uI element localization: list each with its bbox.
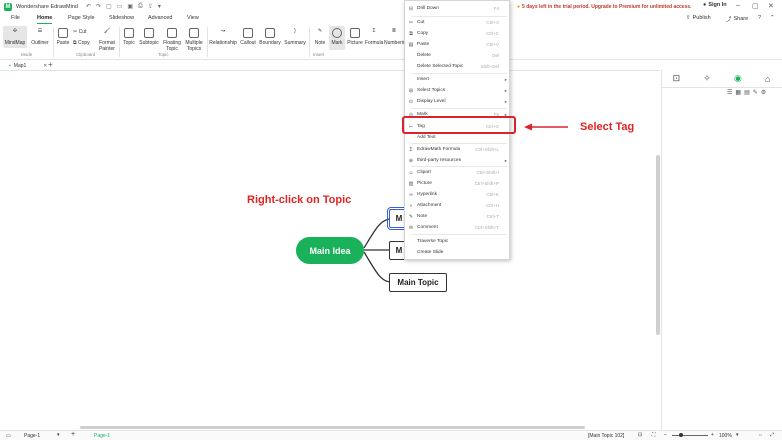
main-topic-3[interactable]: Main Topic (389, 273, 447, 292)
menu-item-shortcut: Ctrl+C (486, 31, 499, 36)
menu-item-shortcut: Ctrl+K (486, 192, 499, 197)
menu-item-edrawmath-formula[interactable]: Σ EdrawMath Formula Ctrl+Shift+L (405, 144, 511, 155)
menu-item-attachment[interactable]: ⌕ Attachment Ctrl+H (405, 200, 511, 211)
menu-item-insert[interactable]: Insert ▸ (405, 74, 511, 85)
selection-info: [Main Topic 102] (588, 433, 625, 439)
status-bar: ▭ Page-1 ▾ + Page-1 [Main Topic 102] ⊡ ⛶… (0, 430, 782, 440)
zoom-slider-thumb[interactable] (679, 433, 683, 437)
select-topics-icon: ⊞ (408, 87, 414, 94)
comment-icon: ✉ (408, 224, 414, 231)
menu-item-label: Hyperlink (417, 192, 437, 197)
page-dropdown-icon[interactable]: ▾ (57, 432, 60, 438)
zoom-out-icon[interactable]: – (664, 432, 667, 438)
paperclip-icon: ⌕ (409, 202, 413, 209)
main-idea-topic[interactable]: Main Idea (296, 237, 364, 264)
submenu-arrow-icon: ▸ (504, 98, 507, 104)
fit-width-icon[interactable]: ⇔ (758, 432, 763, 438)
menu-item-shortcut: Shift+Del (480, 64, 499, 69)
picture-icon: ▨ (408, 180, 414, 187)
menu-item-copy[interactable]: ⧉ Copy Ctrl+C (405, 28, 511, 39)
sigma-icon: Σ (409, 146, 413, 153)
menu-item-label: Select Topics (417, 88, 446, 93)
menu-item-label: Attachment (417, 203, 442, 208)
menu-item-delete-selected-topic[interactable]: Delete Selected Topic Shift+Del (405, 61, 511, 72)
menu-item-select-topics[interactable]: ⊞ Select Topics ▸ (405, 85, 511, 96)
menu-item-label: Copy (417, 31, 429, 36)
menu-item-label: Cut (417, 20, 425, 25)
connector-line (363, 251, 391, 283)
menu-item-label: Delete Selected Topic (417, 64, 464, 69)
menu-item-label: Display Level (417, 99, 446, 104)
submenu-arrow-icon: ▸ (504, 157, 507, 163)
menu-item-label: Create Slide (417, 250, 444, 255)
menu-item-delete[interactable]: Delete Del (405, 50, 511, 61)
drill-down-icon: ⊟ (408, 5, 414, 12)
expand-icon[interactable]: ⤢ (770, 432, 774, 438)
puzzle-icon: ⊕ (408, 157, 414, 164)
menu-item-note[interactable]: ✎ Note Ctrl+T (405, 211, 511, 222)
menu-item-clipart[interactable]: ☺ Clipart Ctrl+Shift+I (405, 167, 511, 178)
page-tab-active[interactable]: Page-1 (94, 433, 110, 439)
menu-item-cut[interactable]: ✂ Cut Ctrl+X (405, 17, 511, 28)
add-page-icon[interactable]: + (71, 431, 75, 438)
menu-item-drill-down[interactable]: ⊟ Drill Down F4 (405, 3, 511, 14)
submenu-arrow-icon: ▸ (504, 87, 507, 93)
connector-line (363, 218, 391, 249)
fullscreen-icon[interactable]: ⛶ (652, 432, 656, 438)
menu-item-shortcut: Ctrl+V (486, 42, 499, 47)
zoom-in-icon[interactable]: + (711, 432, 714, 438)
menu-item-label: Picture (417, 181, 432, 186)
zoom-level[interactable]: 100% (719, 433, 732, 439)
menu-item-shortcut: Ctrl+X (486, 20, 499, 25)
menu-item-traverse-topic[interactable]: Traverse Topic (405, 236, 511, 247)
page-list-icon[interactable]: ▭ (6, 433, 11, 439)
menu-item-shortcut: Ctrl+Shift+T (474, 225, 499, 230)
tag-highlight-box (402, 116, 516, 134)
pencil-icon: ✎ (408, 213, 414, 220)
copy-icon: ⧉ (409, 30, 413, 37)
menu-item-label: Paste (417, 42, 430, 47)
link-icon: ∞ (409, 191, 413, 198)
menu-item-label: Clipart (417, 170, 431, 175)
page-selector[interactable]: Page-1 (24, 433, 40, 439)
menu-item-label: third-party resources (417, 158, 461, 163)
display-level-icon: ⊙ (408, 98, 414, 105)
menu-item-label: EdrawMath Formula (417, 147, 461, 152)
menu-separator (411, 234, 507, 235)
menu-item-label: Drill Down (417, 6, 439, 11)
menu-item-display-level[interactable]: ⊙ Display Level ▸ (405, 96, 511, 107)
edrawmind-window: M Wondershare EdrawMind ↶ ↷ ▢ ▭ ▣ ⎙ ⇪ ▾ … (0, 0, 782, 440)
scissors-icon: ✂ (408, 19, 414, 26)
submenu-arrow-icon: ▸ (504, 76, 507, 82)
menu-item-hyperlink[interactable]: ∞ Hyperlink Ctrl+K (405, 189, 511, 200)
menu-item-shortcut: F4 (493, 6, 499, 11)
menu-item-label: Insert (417, 77, 429, 82)
menu-item-shortcut: Ctrl+Shift+L (475, 147, 499, 152)
menu-item-label: Delete (417, 53, 431, 58)
menu-item-label: Note (417, 214, 428, 219)
annotation-arrowhead (524, 123, 532, 131)
annotation-right-click: Right-click on Topic (247, 194, 352, 206)
menu-item-create-slide[interactable]: Create Slide (405, 247, 511, 258)
menu-item-picture[interactable]: ▨ Picture Ctrl+Shift+P (405, 178, 511, 189)
menu-item-label: Traverse Topic (417, 239, 449, 244)
menu-item-comment[interactable]: ✉ Comment Ctrl+Shift+T (405, 222, 511, 233)
paste-icon: ▤ (408, 41, 414, 48)
clipart-icon: ☺ (408, 169, 414, 176)
annotation-select-tag: Select Tag (580, 121, 635, 133)
horizontal-scrollbar[interactable] (80, 426, 585, 429)
menu-item-paste[interactable]: ▤ Paste Ctrl+V (405, 39, 511, 50)
menu-item-shortcut: Ctrl+Shift+P (474, 181, 499, 186)
menu-item-label: Add Text (417, 135, 436, 140)
menu-item-label: Comment (417, 225, 438, 230)
zoom-dropdown-icon[interactable]: ▾ (736, 432, 739, 438)
menu-item-shortcut: Ctrl+H (486, 203, 499, 208)
menu-item-shortcut: Del (492, 53, 499, 58)
menu-item-shortcut: Ctrl+Shift+I (476, 170, 499, 175)
menu-item-third-party-resources[interactable]: ⊕ third-party resources ▸ (405, 155, 511, 166)
fit-page-icon[interactable]: ⊡ (638, 432, 642, 438)
menu-item-shortcut: Ctrl+T (486, 214, 499, 219)
zoom-slider[interactable] (672, 435, 708, 436)
